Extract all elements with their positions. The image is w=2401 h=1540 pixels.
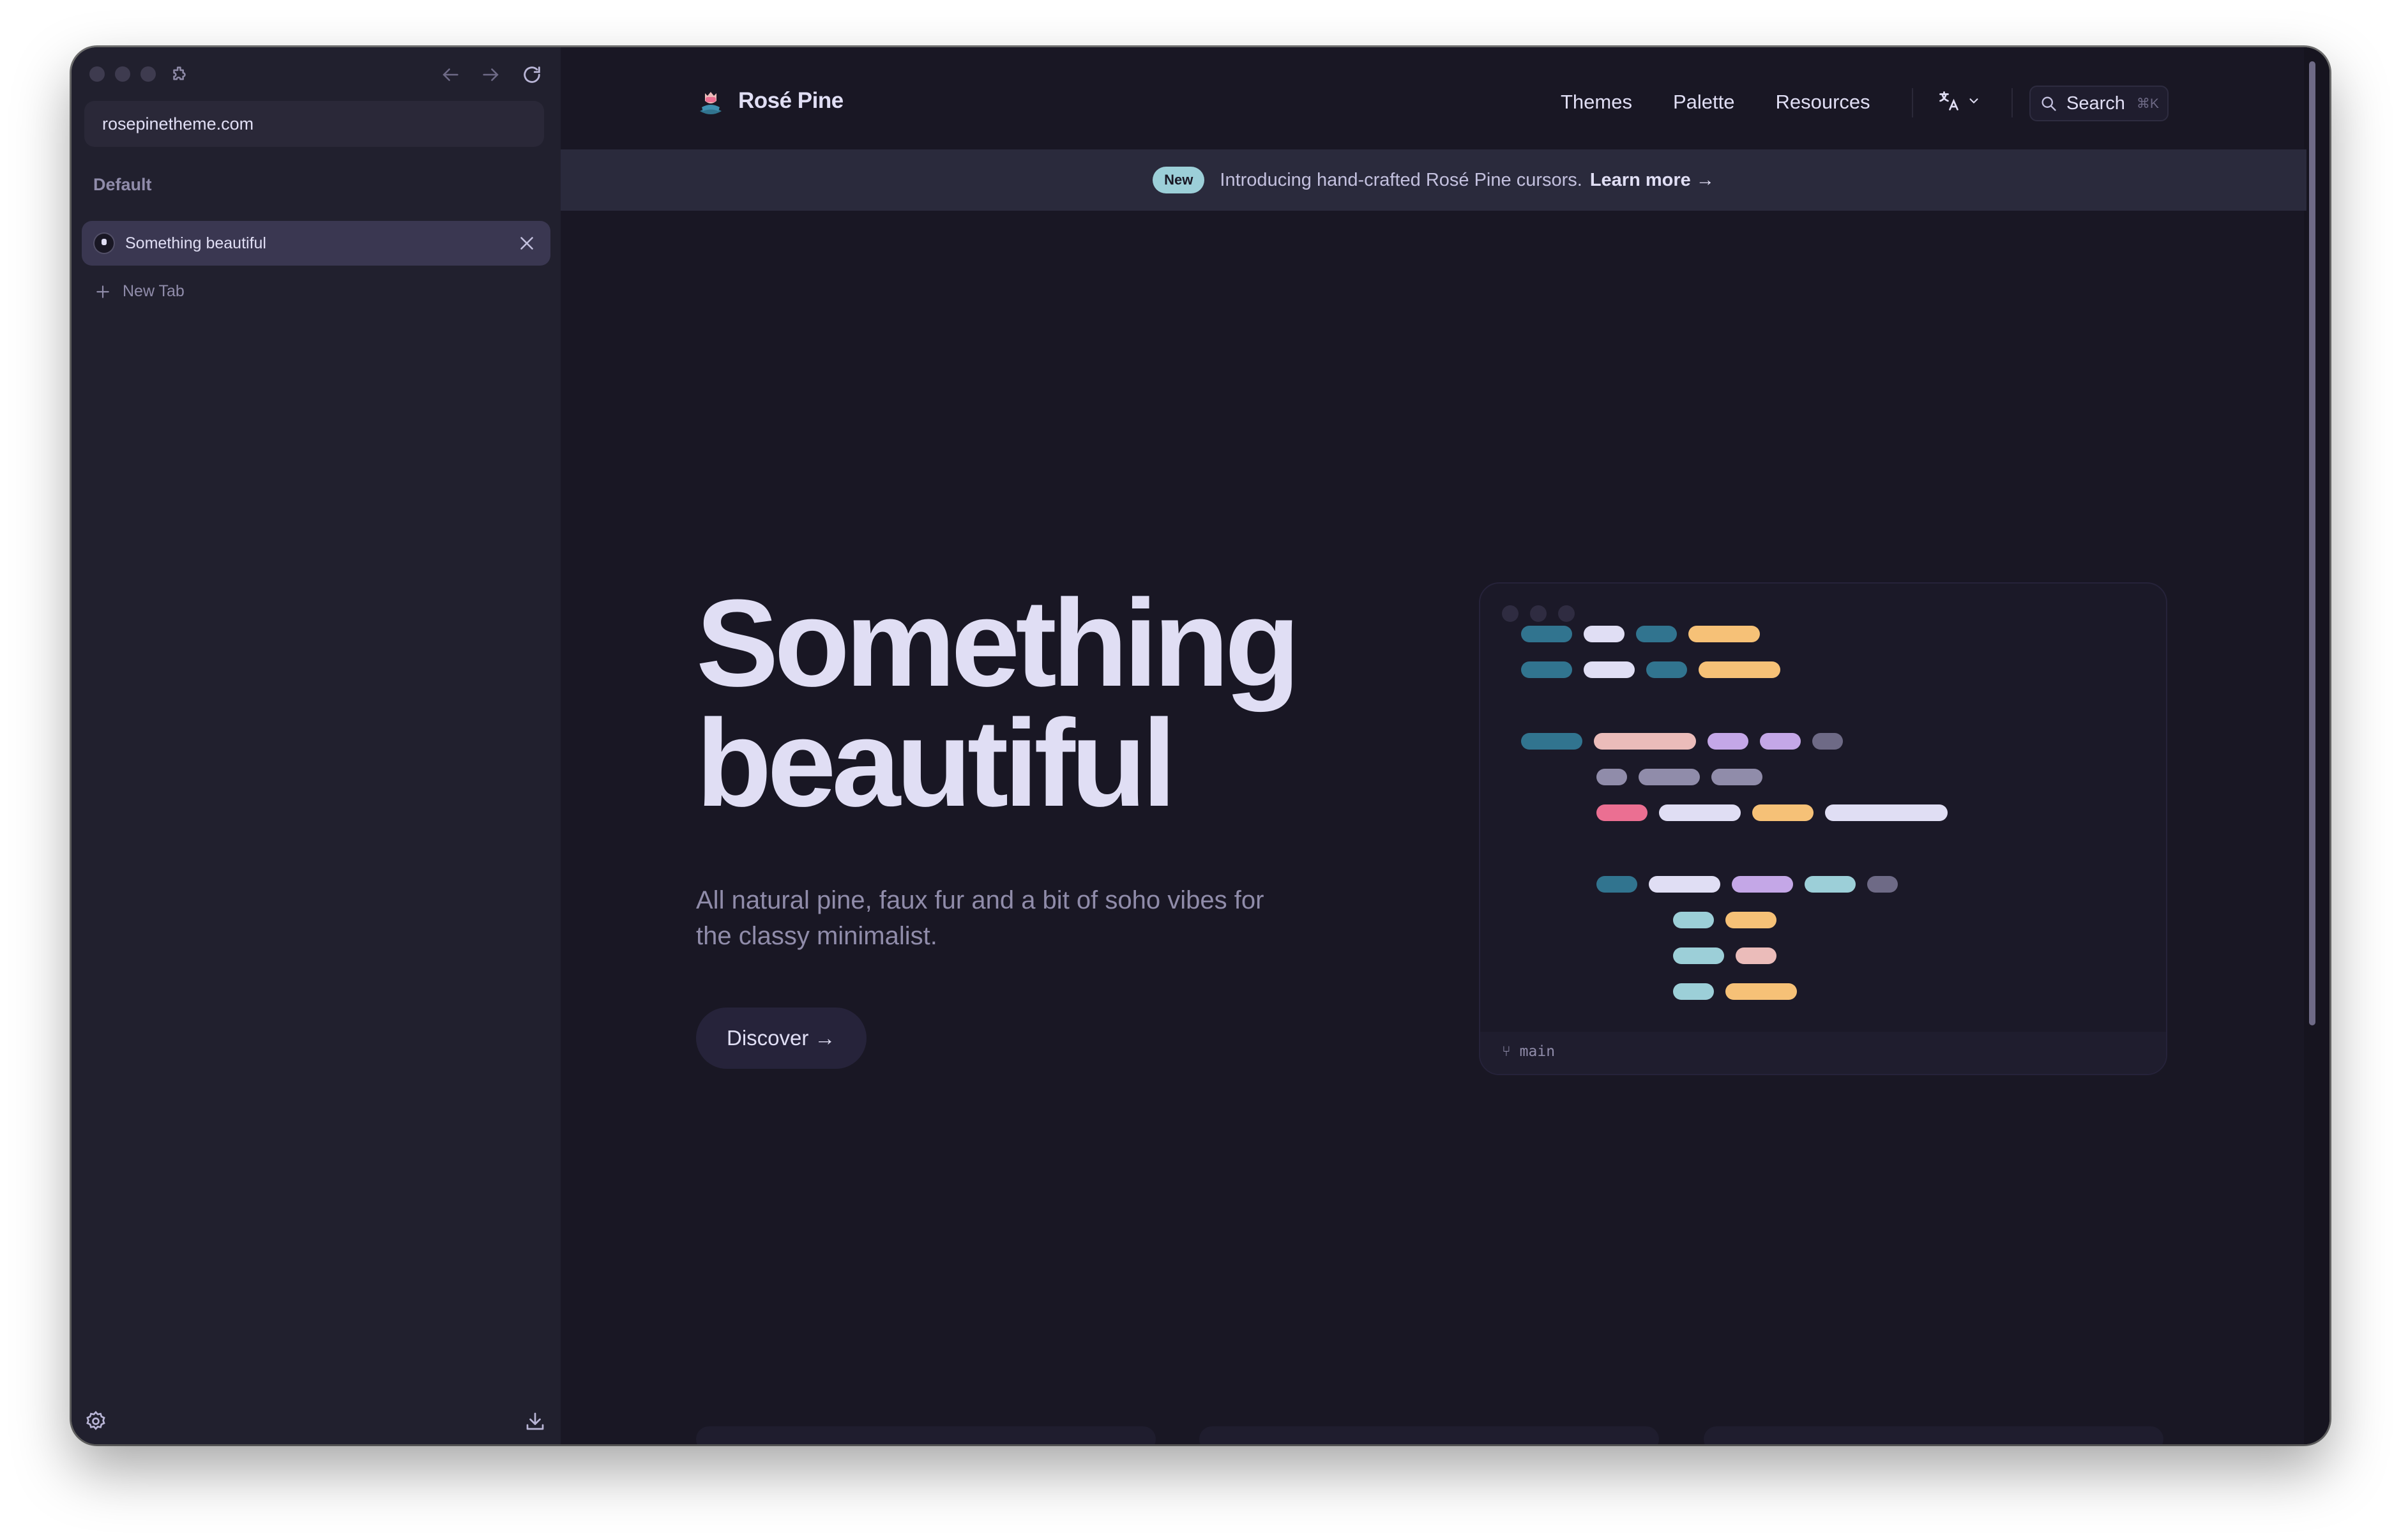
code-token bbox=[1812, 733, 1843, 750]
code-token bbox=[1752, 804, 1814, 821]
nav-link-themes[interactable]: Themes bbox=[1561, 91, 1632, 114]
scrollbar-track bbox=[2304, 47, 2329, 1444]
discover-button[interactable]: Discover → bbox=[696, 1008, 867, 1069]
code-token bbox=[1649, 876, 1720, 893]
close-tab-icon[interactable] bbox=[516, 232, 538, 254]
code-token bbox=[1646, 661, 1687, 678]
code-token bbox=[1521, 733, 1582, 750]
code-token bbox=[1725, 912, 1776, 928]
scrollbar-thumb[interactable] bbox=[2309, 61, 2315, 1025]
search-shortcut: ⌘K bbox=[2136, 96, 2159, 111]
banner-text: Introducing hand-crafted Rosé Pine curso… bbox=[1220, 169, 1582, 190]
browser-sidebar: rosepinetheme.com Default Something beau… bbox=[72, 47, 561, 1444]
web-content: Rosé Pine Themes Palette Resources Searc… bbox=[561, 47, 2329, 1444]
code-token bbox=[1760, 733, 1801, 750]
forward-arrow-icon[interactable] bbox=[480, 64, 502, 86]
hero-title: Something beautiful bbox=[696, 582, 1300, 826]
code-token bbox=[1732, 876, 1793, 893]
site-favicon bbox=[95, 234, 114, 253]
window-controls bbox=[89, 66, 156, 82]
chevron-down-icon bbox=[1969, 98, 1978, 104]
branch-name: main bbox=[1519, 1043, 1556, 1060]
settings-gear-icon[interactable] bbox=[84, 1410, 107, 1433]
code-token bbox=[1725, 983, 1797, 1000]
new-badge: New bbox=[1153, 167, 1205, 193]
hero-subtitle: All natural pine, faux fur and a bit of … bbox=[696, 886, 1264, 950]
code-token bbox=[1596, 804, 1647, 821]
code-token bbox=[1711, 769, 1762, 785]
code-token bbox=[1596, 876, 1637, 893]
code-token bbox=[1521, 661, 1572, 678]
tab-title: Something beautiful bbox=[125, 234, 266, 252]
site-header: Rosé Pine Themes Palette Resources Searc… bbox=[561, 47, 2329, 149]
address-bar[interactable]: rosepinetheme.com bbox=[84, 101, 544, 147]
branch-label: ⑂ main bbox=[1502, 1043, 1555, 1060]
site-logo[interactable]: Rosé Pine bbox=[696, 86, 844, 116]
logo-text: Rosé Pine bbox=[738, 88, 844, 113]
nav-link-palette[interactable]: Palette bbox=[1673, 91, 1735, 114]
code-token bbox=[1673, 912, 1714, 928]
nav-link-resources[interactable]: Resources bbox=[1776, 91, 1870, 114]
code-token bbox=[1584, 626, 1625, 642]
search-icon bbox=[2041, 96, 2056, 111]
close-window-button[interactable] bbox=[89, 66, 105, 82]
code-token bbox=[1584, 661, 1635, 678]
nav-divider bbox=[2011, 88, 2013, 117]
announcement-banner: New Introducing hand-crafted Rosé Pine c… bbox=[561, 149, 2306, 211]
main-nav: Themes Palette Resources bbox=[1561, 91, 1870, 114]
code-status-bar: ⑂ main bbox=[1480, 1032, 2166, 1074]
browser-window: rosepinetheme.com Default Something beau… bbox=[72, 47, 2329, 1444]
code-token bbox=[1659, 804, 1741, 821]
code-token bbox=[1596, 769, 1627, 785]
code-token bbox=[1736, 947, 1776, 964]
hero-title-line-1: Something bbox=[696, 574, 1300, 713]
code-token bbox=[1636, 626, 1677, 642]
code-token bbox=[1594, 733, 1696, 750]
code-preview-window: ⑂ main bbox=[1479, 582, 2167, 1075]
new-tab-label: New Tab bbox=[123, 282, 185, 300]
code-token bbox=[1708, 733, 1748, 750]
code-token bbox=[1673, 983, 1714, 1000]
new-tab-button[interactable]: New Tab bbox=[95, 282, 185, 301]
code-token bbox=[1825, 804, 1948, 821]
code-token bbox=[1867, 876, 1898, 893]
plus-icon bbox=[96, 285, 109, 298]
code-token bbox=[1805, 876, 1856, 893]
downloads-icon[interactable] bbox=[524, 1410, 547, 1433]
translate-icon bbox=[1939, 91, 1958, 110]
extensions-icon[interactable] bbox=[169, 64, 190, 86]
hero-title-line-2: beautiful bbox=[696, 694, 1176, 833]
search-button[interactable]: Search ⌘K bbox=[2029, 86, 2169, 121]
code-window-dots bbox=[1502, 605, 1575, 622]
code-token bbox=[1688, 626, 1760, 642]
git-branch-icon: ⑂ bbox=[1502, 1043, 1520, 1060]
rose-pine-logo-icon bbox=[700, 92, 722, 114]
nav-divider bbox=[1912, 88, 1913, 117]
maximize-window-button[interactable] bbox=[140, 66, 156, 82]
code-token bbox=[1699, 661, 1780, 678]
language-switcher[interactable] bbox=[1937, 89, 1981, 112]
reload-icon[interactable] bbox=[521, 64, 543, 86]
code-token bbox=[1673, 947, 1724, 964]
code-token bbox=[1639, 769, 1700, 785]
minimize-window-button[interactable] bbox=[115, 66, 130, 82]
code-token bbox=[1521, 626, 1572, 642]
banner-learn-more-link[interactable]: Learn more → bbox=[1590, 170, 1715, 191]
space-label: Default bbox=[93, 175, 152, 194]
back-arrow-icon[interactable] bbox=[439, 64, 461, 86]
tab-something-beautiful[interactable]: Something beautiful bbox=[82, 221, 550, 266]
search-label: Search bbox=[2066, 93, 2125, 114]
